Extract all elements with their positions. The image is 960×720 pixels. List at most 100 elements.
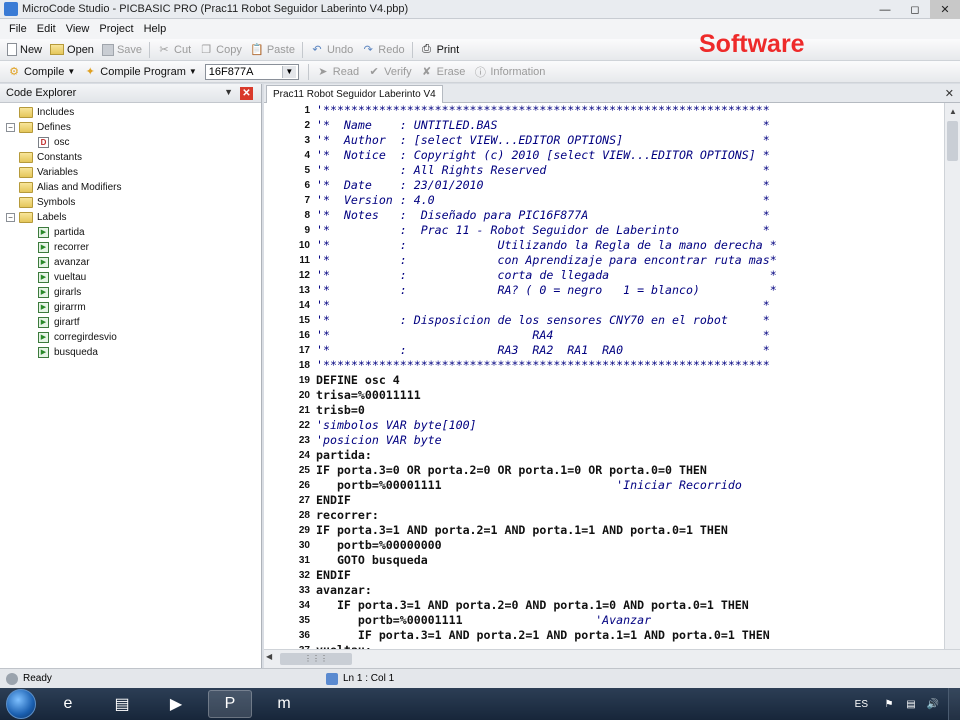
maximize-button[interactable]: ◻ (900, 0, 930, 19)
code-line[interactable]: IF porta.3=1 AND porta.2=1 AND porta.1=1… (316, 628, 944, 643)
show-desktop-button[interactable] (948, 688, 960, 720)
vertical-scrollbar[interactable]: ▲ (944, 103, 960, 649)
tree-item-partida[interactable]: ▶ partida (0, 225, 261, 240)
code-line[interactable]: recorrer: (316, 508, 944, 523)
code-line[interactable]: '* Date : 23/01/2010 * (316, 178, 944, 193)
chevron-down-icon[interactable]: ▼ (281, 65, 296, 78)
code-line[interactable]: trisa=%00011111 (316, 388, 944, 403)
code-line[interactable]: IF porta.3=1 AND porta.2=1 AND porta.1=1… (316, 523, 944, 538)
pin-icon[interactable]: ▼ (224, 87, 233, 97)
code-line[interactable]: GOTO busqueda (316, 553, 944, 568)
code-area[interactable]: '***************************************… (316, 103, 944, 649)
code-line[interactable]: '* : corta de llegada * (316, 268, 944, 283)
copy-button[interactable]: ❐ Copy (195, 40, 246, 60)
code-line[interactable]: '* RA4 * (316, 328, 944, 343)
start-button[interactable] (6, 689, 36, 719)
code-line[interactable]: '* Notes : Diseñado para PIC16F877A * (316, 208, 944, 223)
code-line[interactable]: 'simbolos VAR byte[100] (316, 418, 944, 433)
compile-button[interactable]: ⚙ Compile ▼ (3, 62, 79, 82)
device-select[interactable]: 16F877A ▼ (204, 63, 299, 80)
tree-item-variables[interactable]: Variables (0, 165, 261, 180)
code-line[interactable]: '* Notice : Copyright (c) 2010 [select V… (316, 148, 944, 163)
code-line[interactable]: '* * (316, 298, 944, 313)
open-button[interactable]: Open (46, 40, 98, 60)
code-line[interactable]: ENDIF (316, 568, 944, 583)
taskbar-app-button[interactable]: ▶ (154, 690, 198, 718)
menu-project[interactable]: Project (94, 23, 138, 35)
undo-button[interactable]: ↶ Undo (306, 40, 357, 60)
code-line[interactable]: '* Author : [select VIEW...EDITOR OPTION… (316, 133, 944, 148)
scroll-up-icon[interactable]: ▲ (945, 103, 960, 119)
paste-button[interactable]: 📋 Paste (246, 40, 299, 60)
print-button[interactable]: ⎙ Print (416, 40, 464, 60)
minimize-button[interactable]: — (870, 0, 900, 19)
tree-item-includes[interactable]: Includes (0, 105, 261, 120)
taskbar-app-button[interactable]: m (262, 690, 306, 718)
vertical-scroll-thumb[interactable] (947, 121, 958, 161)
tree-item-girarls[interactable]: ▶ girarls (0, 285, 261, 300)
code-line[interactable]: '***************************************… (316, 358, 944, 373)
menu-file[interactable]: File (4, 23, 32, 35)
redo-button[interactable]: ↷ Redo (357, 40, 408, 60)
tree-item-alias-and-modifiers[interactable]: Alias and Modifiers (0, 180, 261, 195)
scroll-left-icon[interactable]: ◀ (266, 652, 272, 661)
read-button[interactable]: ➤ Read (312, 62, 363, 82)
tree-item-girartf[interactable]: ▶ girartf (0, 315, 261, 330)
tree-item-labels[interactable]: − Labels (0, 210, 261, 225)
code-line[interactable]: ENDIF (316, 493, 944, 508)
code-line[interactable]: '***************************************… (316, 103, 944, 118)
code-line[interactable]: '* : RA? ( 0 = negro 1 = blanco) * (316, 283, 944, 298)
tree-item-corregirdesvio[interactable]: ▶ corregirdesvio (0, 330, 261, 345)
close-button[interactable]: ✕ (930, 0, 960, 19)
collapse-icon[interactable]: − (6, 123, 15, 132)
code-line[interactable]: trisb=0 (316, 403, 944, 418)
compile-program-button[interactable]: ✦ Compile Program ▼ (79, 62, 201, 82)
code-line[interactable]: avanzar: (316, 583, 944, 598)
save-button[interactable]: Save (98, 40, 146, 60)
taskbar-app-button[interactable]: e (46, 690, 90, 718)
close-explorer-button[interactable]: ✕ (240, 87, 253, 100)
network-icon[interactable]: ▤ (904, 698, 918, 710)
taskbar-app-button[interactable]: ▤ (100, 690, 144, 718)
tree-item-constants[interactable]: Constants (0, 150, 261, 165)
code-line[interactable]: '* Version : 4.0 * (316, 193, 944, 208)
tab-prac11[interactable]: Prac11 Robot Seguidor Laberinto V4 (266, 85, 443, 103)
code-line[interactable]: '* : Utilizando la Regla de la mano dere… (316, 238, 944, 253)
new-button[interactable]: New (3, 40, 46, 60)
code-line[interactable]: portb=%00001111 'Iniciar Recorrido (316, 478, 944, 493)
code-line[interactable]: '* Name : UNTITLED.BAS * (316, 118, 944, 133)
language-indicator[interactable]: ES (855, 699, 868, 710)
tree-item-symbols[interactable]: Symbols (0, 195, 261, 210)
cut-button[interactable]: ✂ Cut (153, 40, 195, 60)
code-line[interactable]: '* : All Rights Reserved * (316, 163, 944, 178)
code-line[interactable]: IF porta.3=1 AND porta.2=0 AND porta.1=0… (316, 598, 944, 613)
verify-button[interactable]: ✔ Verify (363, 62, 416, 82)
menu-help[interactable]: Help (139, 23, 172, 35)
code-line[interactable]: '* : Prac 11 - Robot Seguidor de Laberin… (316, 223, 944, 238)
tree-item-osc[interactable]: Dosc (0, 135, 261, 150)
horizontal-scrollbar[interactable]: ◀ ⋮⋮⋮ (264, 649, 960, 668)
code-line[interactable]: partida: (316, 448, 944, 463)
code-line[interactable]: '* : RA3 RA2 RA1 RA0 * (316, 343, 944, 358)
close-tab-icon[interactable]: ✕ (945, 87, 954, 100)
tree-item-girarrm[interactable]: ▶ girarrm (0, 300, 261, 315)
collapse-icon[interactable]: − (6, 213, 15, 222)
horizontal-scroll-thumb[interactable]: ⋮⋮⋮ (280, 653, 352, 665)
tree-item-recorrer[interactable]: ▶ recorrer (0, 240, 261, 255)
flag-icon[interactable]: ⚑ (882, 698, 896, 710)
code-line[interactable]: DEFINE osc 4 (316, 373, 944, 388)
erase-button[interactable]: ✘ Erase (416, 62, 470, 82)
code-line[interactable]: '* : Disposicion de los sensores CNY70 e… (316, 313, 944, 328)
tree-item-vueltau[interactable]: ▶ vueltau (0, 270, 261, 285)
menu-view[interactable]: View (61, 23, 95, 35)
volume-icon[interactable]: 🔊 (926, 698, 940, 710)
tree-item-busqueda[interactable]: ▶ busqueda (0, 345, 261, 360)
tree-item-avanzar[interactable]: ▶ avanzar (0, 255, 261, 270)
code-line[interactable]: IF porta.3=0 OR porta.2=0 OR porta.1=0 O… (316, 463, 944, 478)
code-line[interactable]: '* : con Aprendizaje para encontrar ruta… (316, 253, 944, 268)
code-line[interactable]: 'posicion VAR byte (316, 433, 944, 448)
information-button[interactable]: ⓘ Information (469, 62, 549, 82)
code-line[interactable]: portb=%00001111 'Avanzar (316, 613, 944, 628)
menu-edit[interactable]: Edit (32, 23, 61, 35)
tree-item-defines[interactable]: − Defines (0, 120, 261, 135)
